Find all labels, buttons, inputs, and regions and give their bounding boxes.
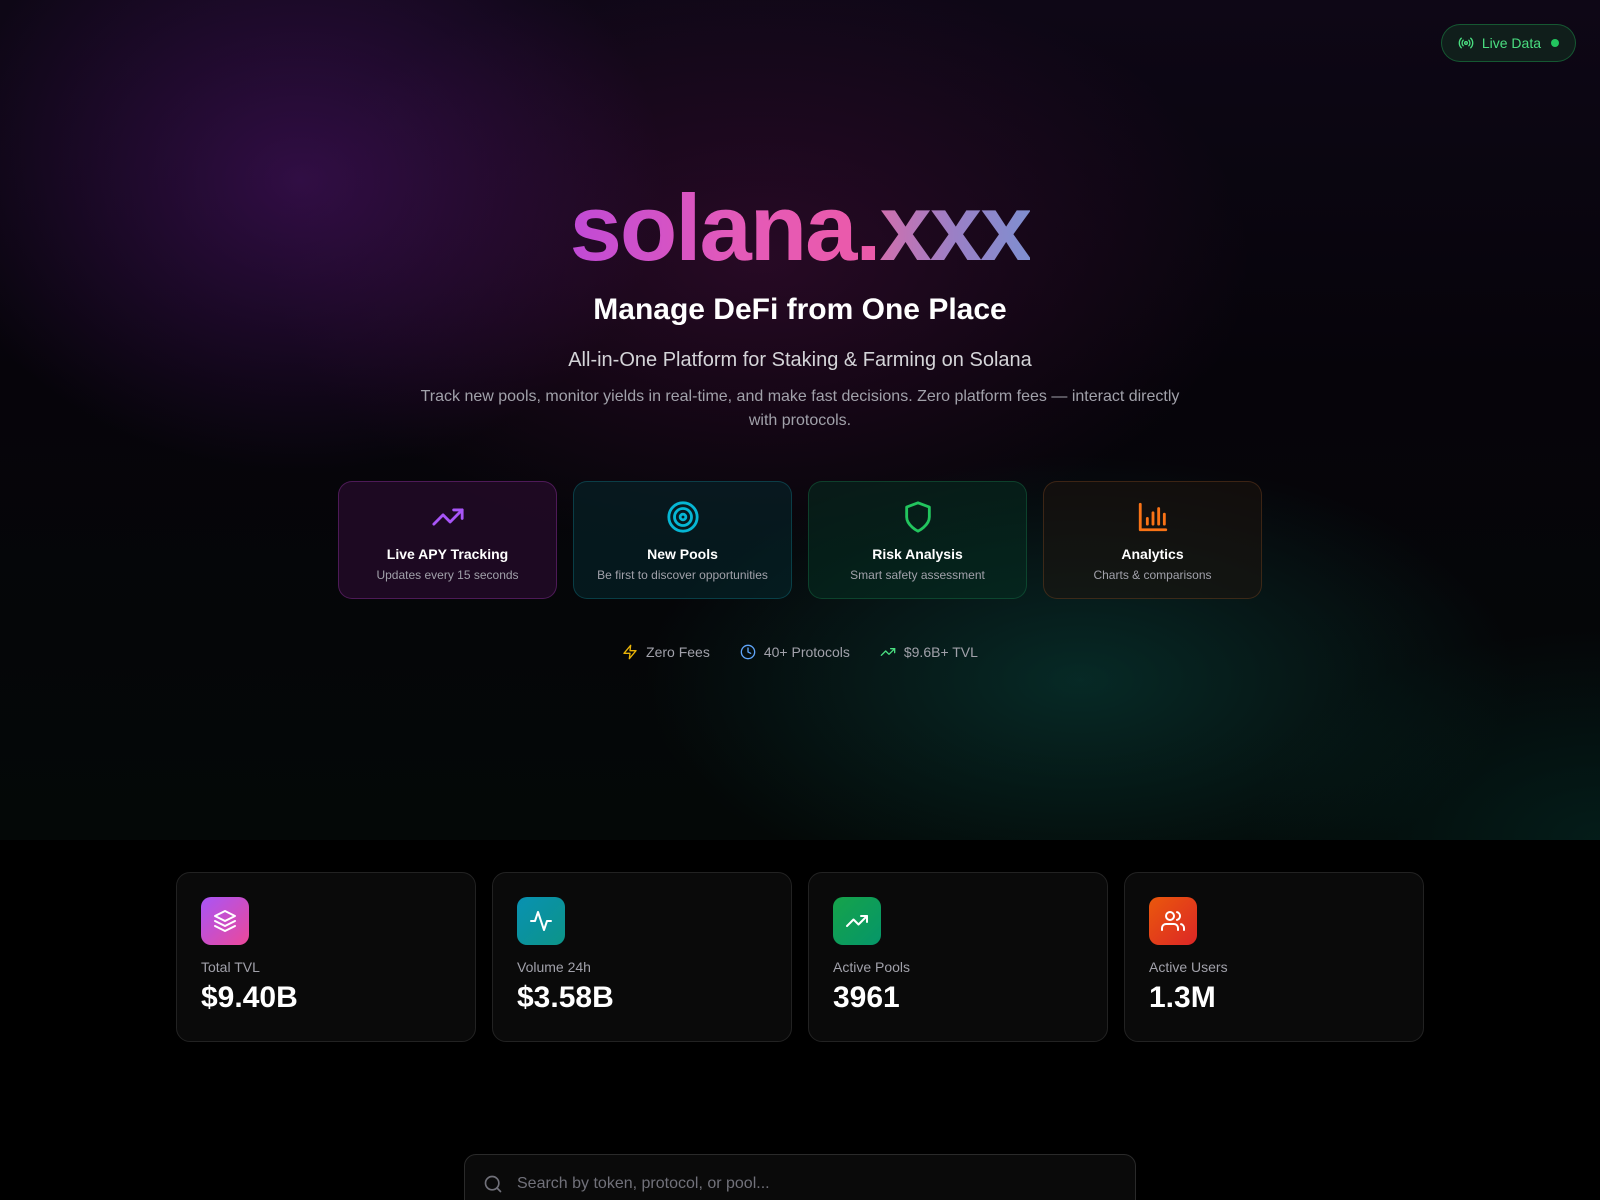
stat-value: $9.40B	[201, 981, 298, 1014]
feature-title: Analytics	[1121, 546, 1184, 562]
feature-title: Risk Analysis	[872, 546, 963, 562]
quick-stat-label: Zero Fees	[646, 644, 710, 660]
layers-icon	[201, 897, 249, 945]
stat-card-total-tvl: Total TVL $9.40B	[176, 872, 476, 1042]
brand-name-part1: solana.	[569, 175, 882, 280]
live-status-dot	[1551, 39, 1559, 47]
feature-card-analytics[interactable]: Analytics Charts & comparisons	[1043, 481, 1262, 599]
broadcast-icon	[1458, 35, 1474, 51]
brand-logo-text: solana.xxx	[0, 168, 1600, 288]
stat-card-active-pools: Active Pools 3961	[808, 872, 1108, 1042]
users-icon	[1149, 897, 1197, 945]
hero-section: Live Data solana.xxx Manage DeFi from On…	[0, 0, 1600, 840]
stat-value: 3961	[833, 981, 900, 1014]
stat-card-active-users: Active Users 1.3M	[1124, 872, 1424, 1042]
live-data-badge[interactable]: Live Data	[1440, 24, 1576, 62]
hero-headline: Manage DeFi from One Place	[593, 293, 1007, 326]
search-input[interactable]	[517, 1169, 1097, 1199]
quick-stats-row: Zero Fees 40+ Protocols $9.6B+ TVL	[0, 644, 1600, 660]
clock-icon	[740, 644, 756, 660]
feature-card-new-pools[interactable]: New Pools Be first to discover opportuni…	[573, 481, 792, 599]
stat-label: Total TVL	[201, 959, 260, 975]
activity-icon	[517, 897, 565, 945]
stat-label: Active Users	[1149, 959, 1228, 975]
trending-up-icon	[431, 500, 465, 534]
quick-stat-label: $9.6B+ TVL	[903, 644, 978, 660]
search-icon	[483, 1155, 503, 1194]
stats-cards: Total TVL $9.40B Volume 24h $3.58B Activ…	[176, 872, 1424, 1042]
hero-subheadline: All-in-One Platform for Staking & Farmin…	[568, 349, 1032, 371]
quick-stat-zero-fees: Zero Fees	[622, 644, 710, 660]
trending-up-icon	[880, 644, 896, 660]
feature-subtitle: Charts & comparisons	[1093, 568, 1212, 582]
stat-card-volume-24h: Volume 24h $3.58B	[492, 872, 792, 1042]
stat-value: 1.3M	[1149, 981, 1216, 1014]
target-icon	[666, 500, 700, 534]
stat-value: $3.58B	[517, 981, 614, 1014]
hero-description: Track new pools, monitor yields in real-…	[420, 388, 1180, 429]
trending-up-icon	[833, 897, 881, 945]
stat-label: Active Pools	[833, 959, 911, 975]
page: Live Data solana.xxx Manage DeFi from On…	[0, 0, 1600, 1200]
feature-subtitle: Be first to discover opportunities	[597, 568, 768, 582]
bar-chart-icon	[1136, 500, 1170, 534]
brand-name-part2: xxx	[879, 175, 1033, 280]
quick-stat-protocols: 40+ Protocols	[740, 644, 850, 660]
feature-subtitle: Updates every 15 seconds	[376, 568, 519, 582]
feature-subtitle: Smart safety assessment	[850, 568, 985, 582]
feature-title: Live APY Tracking	[386, 546, 509, 562]
stat-label: Volume 24h	[517, 959, 591, 975]
live-data-label: Live Data	[1481, 35, 1541, 51]
search-bar[interactable]	[464, 1154, 1136, 1200]
feature-cards: Live APY Tracking Updates every 15 secon…	[338, 481, 1262, 599]
quick-stat-tvl: $9.6B+ TVL	[880, 644, 978, 660]
quick-stat-label: 40+ Protocols	[763, 644, 850, 660]
feature-title: New Pools	[647, 546, 718, 562]
shield-icon	[901, 500, 935, 534]
feature-card-risk-analysis[interactable]: Risk Analysis Smart safety assessment	[808, 481, 1027, 599]
feature-card-live-apy[interactable]: Live APY Tracking Updates every 15 secon…	[338, 481, 557, 599]
lightning-icon	[622, 644, 638, 660]
